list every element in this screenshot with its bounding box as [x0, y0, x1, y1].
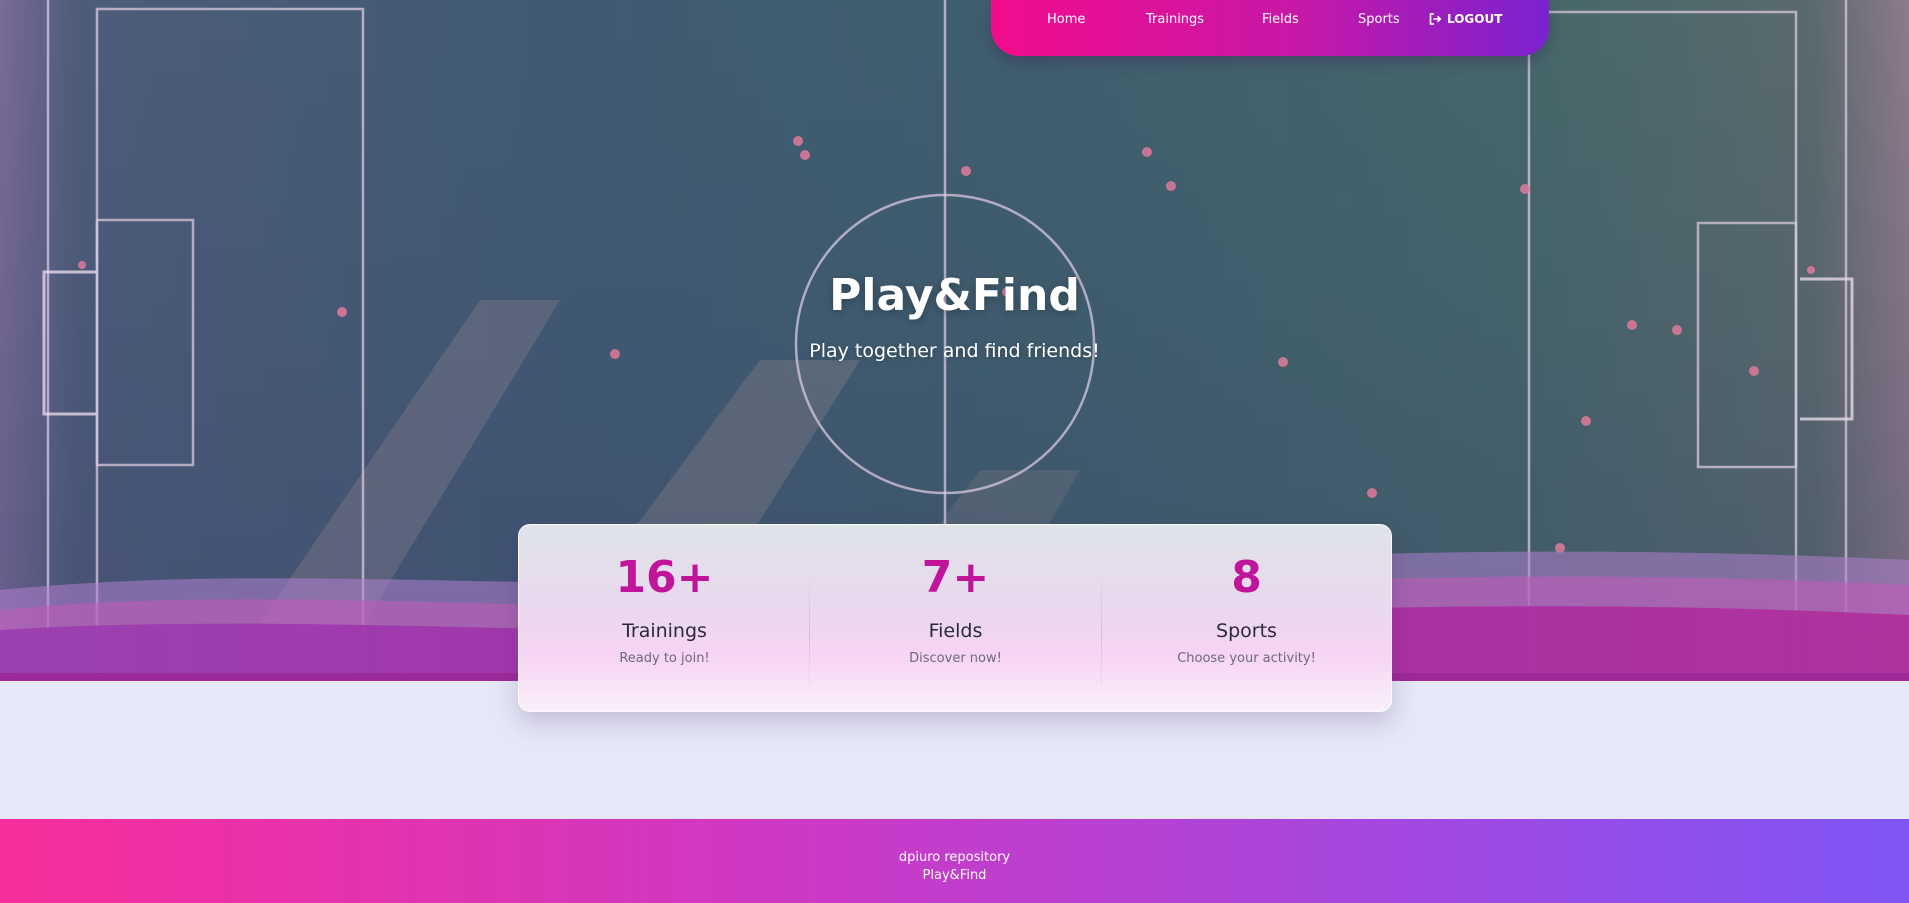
stat-value: 8 [1231, 552, 1262, 603]
stat-caption: Ready to join! [619, 651, 710, 666]
stat-trainings[interactable]: 16+ Trainings Ready to join! [519, 525, 810, 713]
nav-trainings[interactable]: Trainings [1146, 12, 1204, 28]
nav-home[interactable]: Home [1047, 12, 1085, 28]
stat-fields[interactable]: 7+ Fields Discover now! [810, 525, 1101, 713]
hero-subtitle: Play together and find friends! [809, 340, 1100, 362]
logout-icon [1429, 13, 1442, 25]
footer-repository-link[interactable]: dpiuro repository [0, 850, 1909, 866]
top-navbar: Home Trainings Fields Sports LOGOUT [991, 0, 1549, 56]
stat-label: Trainings [622, 620, 707, 642]
stat-label: Fields [928, 620, 983, 642]
stat-label: Sports [1216, 620, 1277, 642]
stat-caption: Choose your activity! [1177, 651, 1316, 666]
footer-app-name: Play&Find [922, 868, 987, 883]
stat-value: 7+ [921, 552, 990, 603]
stat-caption: Discover now! [909, 651, 1002, 666]
logout-button[interactable]: LOGOUT [1429, 11, 1502, 27]
nav-sports[interactable]: Sports [1358, 12, 1400, 28]
stat-value: 16+ [615, 552, 714, 603]
stat-sports[interactable]: 8 Sports Choose your activity! [1101, 525, 1392, 713]
page-footer: dpiuro repository Play&Find [0, 819, 1909, 903]
stats-card: 16+ Trainings Ready to join! 7+ Fields D… [518, 524, 1392, 712]
hero-title: Play&Find [829, 270, 1080, 321]
logout-label: LOGOUT [1447, 12, 1503, 26]
nav-fields[interactable]: Fields [1262, 12, 1299, 28]
